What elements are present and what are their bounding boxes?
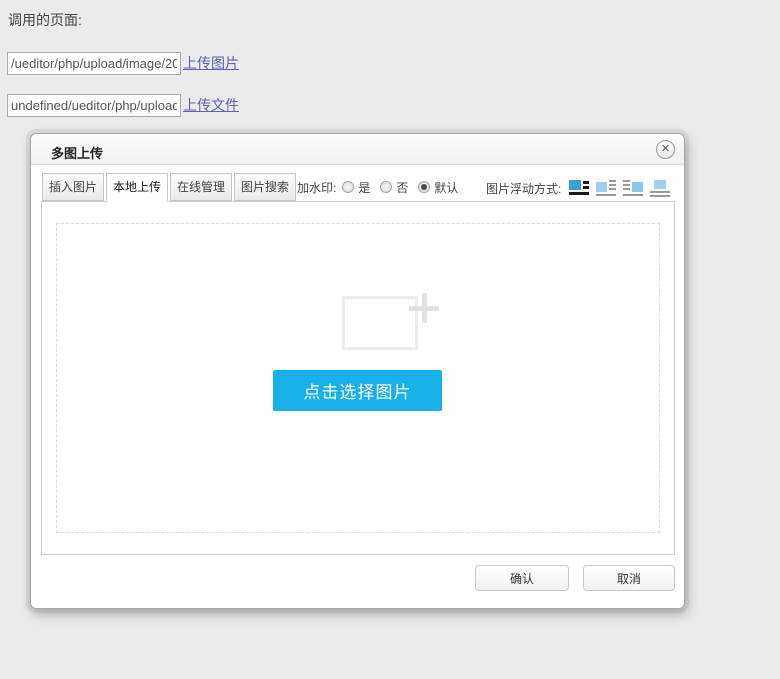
upload-image-row: 上传图片 — [7, 51, 239, 75]
page-heading: 调用的页面: — [8, 10, 82, 30]
add-image-ghost-icon — [342, 296, 418, 350]
watermark-option-yes-label: 是 — [358, 179, 370, 196]
radio-unselected-icon[interactable] — [380, 181, 392, 193]
upload-image-link[interactable]: 上传图片 — [183, 53, 239, 73]
float-none-icon[interactable] — [569, 179, 589, 197]
watermark-option-yes[interactable]: 是 — [342, 179, 370, 196]
file-path-input[interactable] — [7, 94, 181, 117]
float-mode-group: 图片浮动方式: — [486, 178, 677, 198]
upload-file-row: 上传文件 — [7, 93, 239, 117]
tab-online-manage[interactable]: 在线管理 — [170, 173, 232, 201]
confirm-button[interactable]: 确认 — [475, 565, 569, 591]
float-mode-label: 图片浮动方式: — [486, 180, 561, 197]
upload-content-panel: 点击选择图片 — [41, 201, 675, 555]
cancel-button[interactable]: 取消 — [583, 565, 675, 591]
watermark-group: 加水印: 是 否 默认 — [297, 177, 468, 197]
radio-selected-icon[interactable] — [418, 181, 430, 193]
radio-unselected-icon[interactable] — [342, 181, 354, 193]
upload-file-link[interactable]: 上传文件 — [183, 95, 239, 115]
drop-zone[interactable]: 点击选择图片 — [56, 223, 660, 533]
tab-insert-image[interactable]: 插入图片 — [42, 173, 104, 201]
multi-image-upload-dialog: 多图上传 ✕ 插入图片 本地上传 在线管理 图片搜索 加水印: 是 否 默认 图… — [30, 133, 685, 609]
close-icon[interactable]: ✕ — [656, 140, 675, 159]
watermark-option-no-label: 否 — [396, 179, 408, 196]
float-left-icon[interactable] — [596, 179, 616, 197]
dialog-title: 多图上传 — [51, 143, 103, 162]
dialog-tabs: 插入图片 本地上传 在线管理 图片搜索 — [42, 173, 298, 202]
watermark-option-no[interactable]: 否 — [380, 179, 408, 196]
select-image-button[interactable]: 点击选择图片 — [273, 370, 442, 411]
watermark-option-default-label: 默认 — [434, 179, 458, 196]
watermark-label: 加水印: — [297, 179, 336, 196]
plus-icon — [422, 293, 427, 323]
watermark-option-default[interactable]: 默认 — [418, 179, 458, 196]
dialog-header: 多图上传 ✕ — [31, 134, 684, 165]
float-right-icon[interactable] — [623, 179, 643, 197]
image-path-input[interactable] — [7, 52, 181, 75]
tab-image-search[interactable]: 图片搜索 — [234, 173, 296, 201]
tab-local-upload[interactable]: 本地上传 — [106, 173, 168, 202]
float-center-icon[interactable] — [650, 179, 670, 197]
